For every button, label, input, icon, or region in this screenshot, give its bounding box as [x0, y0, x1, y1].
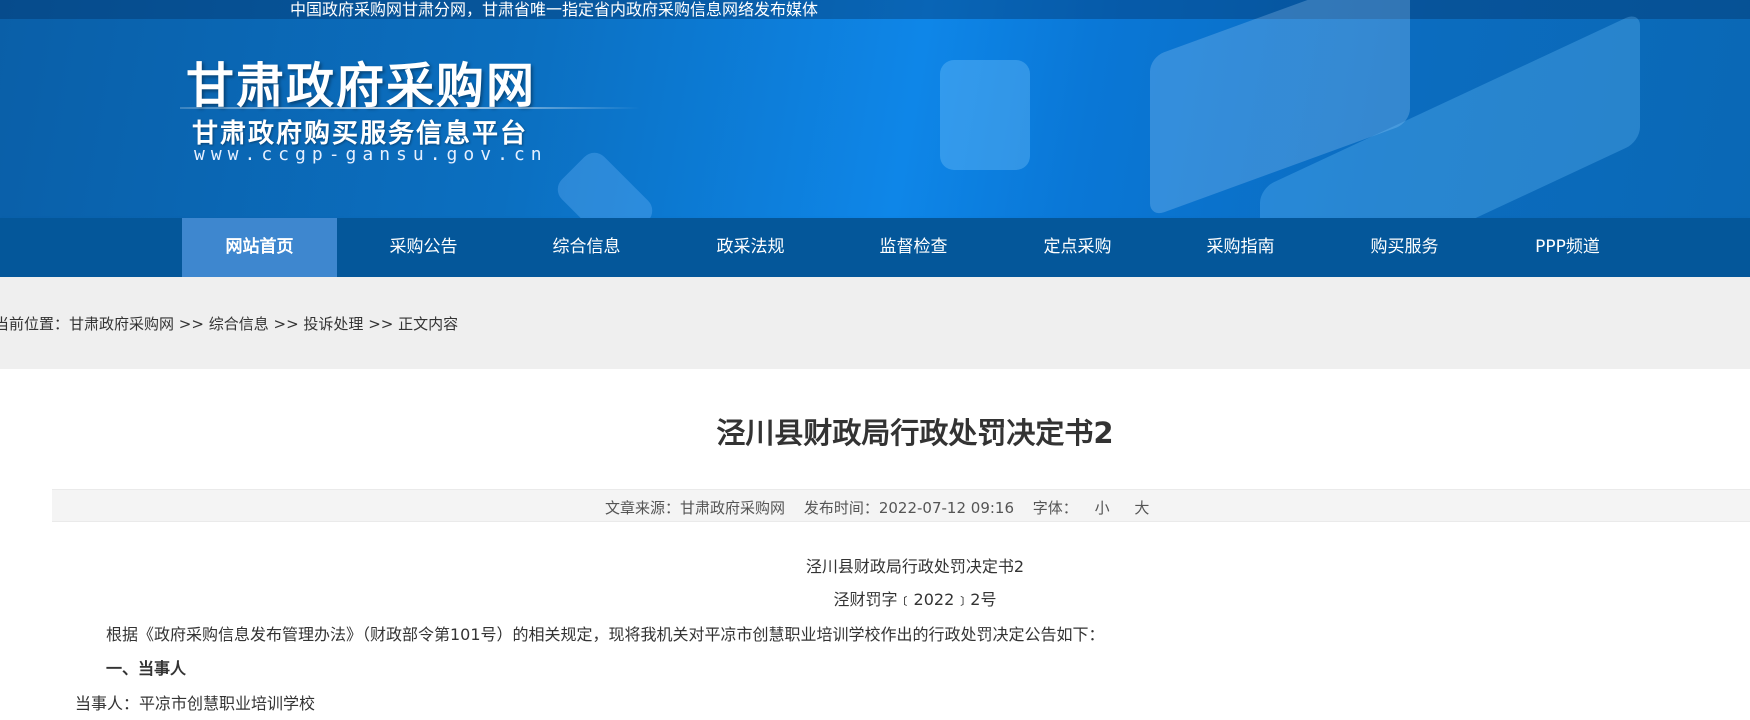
nav-supervision[interactable]: 监督检查: [836, 218, 991, 277]
breadcrumb-bar: 当前位置：甘肃政府采购网 >> 综合信息 >> 投诉处理 >> 正文内容: [0, 277, 1750, 369]
nav-designated-procurement[interactable]: 定点采购: [1000, 218, 1155, 277]
breadcrumb: 当前位置：甘肃政府采购网 >> 综合信息 >> 投诉处理 >> 正文内容: [0, 313, 458, 334]
font-size-label: 字体：: [1032, 499, 1078, 517]
breadcrumb-general-info[interactable]: 综合信息: [209, 315, 269, 333]
site-logo-title[interactable]: 甘肃政府采购网: [186, 46, 536, 116]
breadcrumb-separator: >>: [268, 315, 304, 333]
logo-divider: [180, 107, 640, 109]
nav-purchase-services[interactable]: 购买服务: [1327, 218, 1482, 277]
breadcrumb-separator: >>: [174, 315, 209, 333]
nav-general-info[interactable]: 综合信息: [509, 218, 664, 277]
font-large-button[interactable]: 大: [1134, 499, 1149, 517]
banner-illustration-screen: [940, 60, 1030, 170]
breadcrumb-current: 正文内容: [398, 315, 459, 333]
breadcrumb-complaints[interactable]: 投诉处理: [303, 315, 363, 333]
nav-home[interactable]: 网站首页: [182, 218, 337, 277]
nav-procurement-guide[interactable]: 采购指南: [1163, 218, 1318, 277]
source-value: 甘肃政府采购网: [680, 499, 786, 517]
font-small-button[interactable]: 小: [1095, 499, 1110, 517]
time-label: 发布时间：: [803, 499, 879, 517]
document-number: 泾财罚字﹝2022﹞2号: [833, 590, 997, 609]
nav-regulations[interactable]: 政采法规: [673, 218, 828, 277]
banner-tagline: 中国政府采购网甘肃分网，甘肃省唯一指定省内政府采购信息网络发布媒体: [290, 0, 819, 19]
site-url: www.ccgp-gansu.gov.cn: [194, 144, 548, 165]
party-line: 当事人：平凉市创慧职业培训学校: [75, 694, 316, 713]
nav-procurement-notices[interactable]: 采购公告: [346, 218, 501, 277]
nav-ppp-channel[interactable]: PPP频道: [1490, 218, 1645, 277]
breadcrumb-home[interactable]: 甘肃政府采购网: [69, 315, 174, 333]
banner-illustration-cube: [551, 146, 659, 218]
header-banner: 中国政府采购网甘肃分网，甘肃省唯一指定省内政府采购信息网络发布媒体 甘肃政府采购…: [0, 0, 1750, 218]
breadcrumb-separator: >>: [363, 315, 399, 333]
main-nav: 网站首页 采购公告 综合信息 政采法规 监督检查 定点采购 采购指南 购买服务 …: [0, 218, 1750, 277]
article-title: 泾川县财政局行政处罚决定书2: [716, 416, 1114, 450]
breadcrumb-prefix: 当前位置：: [0, 315, 70, 333]
intro-paragraph: 根据《政府采购信息发布管理办法》（财政部令第101号）的相关规定，现将我机关对平…: [106, 625, 1105, 644]
source-label: 文章来源：: [605, 499, 681, 517]
body-title: 泾川县财政局行政处罚决定书2: [805, 557, 1025, 576]
publish-time: 2022-07-12 09:16: [878, 499, 1014, 517]
article-meta-bar: 文章来源：甘肃政府采购网 发布时间：2022-07-12 09:16 字体： 小…: [52, 489, 1750, 522]
section-heading-party: 一、当事人: [106, 659, 187, 678]
top-strip: [0, 0, 1750, 19]
